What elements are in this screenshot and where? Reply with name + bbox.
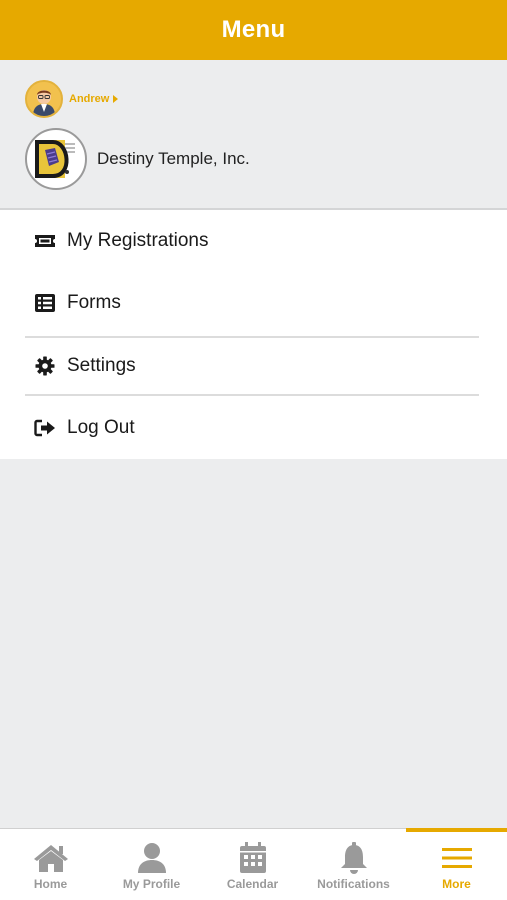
profile-section: Andrew Destiny Temple, Inc. <box>0 60 507 210</box>
bottom-tab-bar: Home My Profile Calendar Notifications M… <box>0 828 507 900</box>
org-name: Destiny Temple, Inc. <box>97 149 250 168</box>
menu-item-label: Log Out <box>67 417 135 438</box>
tab-notifications[interactable]: Notifications <box>303 829 404 900</box>
gear-icon <box>33 354 57 378</box>
app-header: Menu <box>0 0 507 60</box>
tab-label: My Profile <box>122 877 181 891</box>
user-link[interactable]: Andrew <box>25 79 119 119</box>
menu-item-label: My Registrations <box>67 230 209 251</box>
tab-home[interactable]: Home <box>0 829 101 900</box>
tab-label: Calendar <box>226 877 279 891</box>
menu-item-my-registrations[interactable]: My Registrations <box>25 210 479 272</box>
home-icon <box>32 841 70 875</box>
hamburger-icon <box>441 841 472 875</box>
user-name[interactable]: Andrew <box>69 93 109 105</box>
tab-label: Home <box>33 877 68 891</box>
menu-item-label: Forms <box>67 292 121 313</box>
ticket-icon <box>33 229 57 253</box>
menu-list: My Registrations Forms Settings Log Out <box>0 210 507 459</box>
user-icon <box>136 841 168 875</box>
calendar-icon <box>239 841 267 875</box>
avatar[interactable] <box>25 80 63 118</box>
tab-label: More <box>442 877 471 891</box>
list-icon <box>33 291 57 315</box>
sign-out-icon <box>33 416 57 440</box>
tab-my-profile[interactable]: My Profile <box>101 829 202 900</box>
tab-label: Notifications <box>317 877 390 891</box>
menu-item-forms[interactable]: Forms <box>25 272 479 334</box>
tab-calendar[interactable]: Calendar <box>202 829 303 900</box>
divider <box>25 394 479 396</box>
menu-item-settings[interactable]: Settings <box>25 335 479 397</box>
organization[interactable]: Destiny Temple, Inc. <box>25 128 250 190</box>
caret-right-icon <box>113 95 119 103</box>
org-logo <box>25 128 87 190</box>
tab-more[interactable]: More <box>406 828 507 900</box>
bell-icon <box>339 841 369 875</box>
page-title: Menu <box>221 16 286 43</box>
menu-item-label: Settings <box>67 355 136 376</box>
menu-item-log-out[interactable]: Log Out <box>25 397 479 459</box>
